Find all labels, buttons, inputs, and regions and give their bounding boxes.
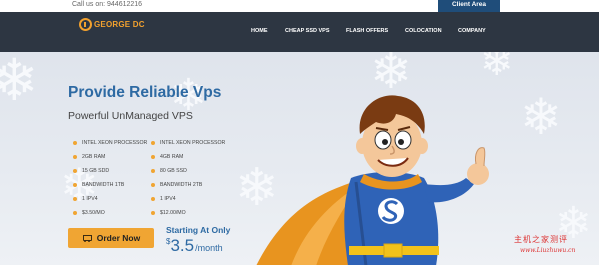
- starting-price: $ 3.5 /month: [166, 236, 223, 256]
- nav-colocation[interactable]: COLOCATION: [405, 28, 442, 34]
- plan-1-features: INTEL XEON Processor 2GB RAM 15 GB SDD B…: [73, 136, 147, 220]
- cart-icon: [82, 234, 92, 242]
- bullet-icon: [73, 141, 77, 145]
- list-item: $12.00/mo: [151, 206, 225, 220]
- logo-ring-icon: [79, 18, 92, 31]
- list-item: BANDWIDTH 1TB: [73, 178, 147, 192]
- list-item: $3.50/mo: [73, 206, 147, 220]
- list-item: INTEL XEON Processor: [73, 136, 147, 150]
- bullet-icon: [73, 211, 77, 215]
- price-period: /month: [195, 243, 223, 253]
- hero-subtitle: Powerful UnManaged VPS: [68, 110, 193, 122]
- top-bar: Call us on: 944612216 Client Area: [0, 0, 599, 12]
- order-now-button[interactable]: Order Now: [68, 228, 154, 248]
- bullet-icon: [73, 169, 77, 173]
- bullet-icon: [151, 155, 155, 159]
- mascot-illustration: [256, 95, 489, 265]
- hero-title: Provide Reliable Vps: [68, 84, 222, 101]
- nav-flash-offers[interactable]: FLASH OFFERS: [346, 28, 388, 34]
- list-item: 1 IPV4: [73, 192, 147, 206]
- bullet-icon: [151, 197, 155, 201]
- order-now-label: Order Now: [96, 233, 141, 243]
- nav-company[interactable]: COMPANY: [458, 28, 486, 34]
- list-item: 80 GB SSD: [151, 164, 225, 178]
- bullet-icon: [73, 155, 77, 159]
- starting-label: Starting At Only: [166, 225, 231, 235]
- list-item: INTEL XEON Processor: [151, 136, 225, 150]
- brand-logo[interactable]: GEORGE DC: [79, 18, 145, 31]
- watermark-text: 主机之家测评: [514, 235, 568, 244]
- snowflake-icon: ❄: [0, 52, 39, 113]
- snowflake-icon: ❄: [480, 52, 514, 84]
- nav-home[interactable]: HOME: [251, 28, 268, 34]
- bullet-icon: [73, 183, 77, 187]
- list-item: BANDWIDTH 2TB: [151, 178, 225, 192]
- watermark-url: www.Liuzhuwu.cn: [520, 247, 576, 254]
- phone-contact: Call us on: 944612216: [72, 1, 143, 8]
- list-item: 4GB RAM: [151, 150, 225, 164]
- list-item: 15 GB SDD: [73, 164, 147, 178]
- list-item: 2GB RAM: [73, 150, 147, 164]
- list-item: 1 IPV4: [151, 192, 225, 206]
- bullet-icon: [151, 141, 155, 145]
- bullet-icon: [151, 183, 155, 187]
- bullet-icon: [151, 211, 155, 215]
- bullet-icon: [73, 197, 77, 201]
- nav-cheap-ssd-vps[interactable]: CHEAP SSD VPS: [285, 28, 330, 34]
- logo-text: GEORGE DC: [94, 20, 145, 29]
- price-amount: 3.5: [170, 236, 195, 255]
- plan-2-features: INTEL XEON Processor 4GB RAM 80 GB SSD B…: [151, 136, 225, 220]
- snowflake-icon: ❄: [520, 89, 562, 145]
- bullet-icon: [151, 169, 155, 173]
- client-area-button[interactable]: Client Area: [438, 0, 500, 12]
